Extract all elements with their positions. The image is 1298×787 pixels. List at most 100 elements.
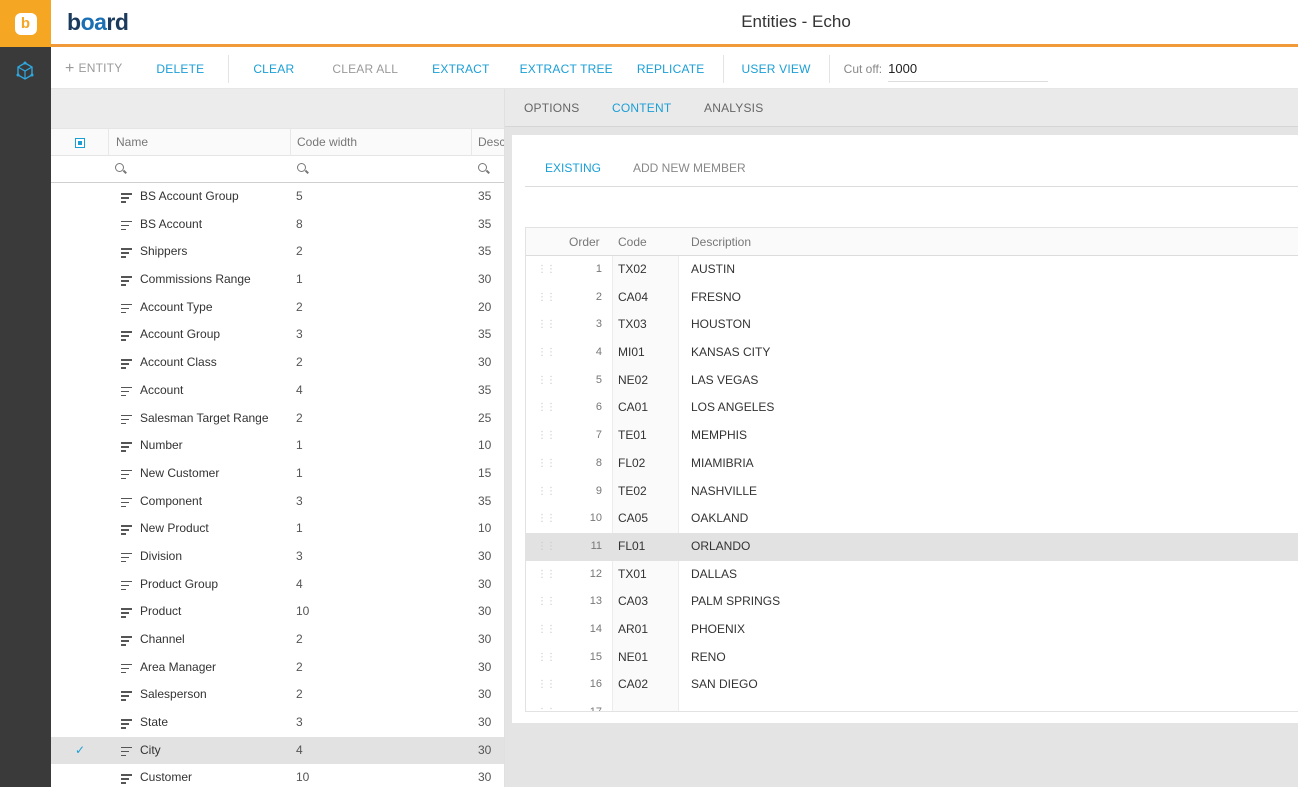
entity-row[interactable]: Salesperson 2 30	[51, 681, 504, 709]
member-code: TX01	[618, 566, 647, 581]
member-code: CA05	[618, 511, 649, 526]
drag-handle-icon[interactable]: ⋮⋮	[537, 284, 556, 312]
drag-handle-icon[interactable]: ⋮⋮	[537, 699, 556, 711]
member-row[interactable]: ⋮⋮ 8 FL02 MIAMIBRIA	[526, 450, 1298, 478]
drag-handle-icon[interactable]: ⋮⋮	[537, 256, 556, 284]
entity-row[interactable]: Number 1 10	[51, 432, 504, 460]
name-column-header[interactable]: Name	[109, 129, 291, 156]
clear-all-button[interactable]: CLEAR ALL	[320, 62, 410, 76]
drag-handle-icon[interactable]: ⋮⋮	[537, 561, 556, 589]
drag-handle-icon[interactable]: ⋮⋮	[537, 394, 556, 422]
entity-row[interactable]: BS Account Group 5 35	[51, 183, 504, 211]
member-row[interactable]: ⋮⋮ 12 TX01 DALLAS	[526, 561, 1298, 589]
entity-row[interactable]: Account Class 2 30	[51, 349, 504, 377]
entity-row[interactable]: Product 10 30	[51, 598, 504, 626]
entity-row[interactable]: Account 4 35	[51, 377, 504, 405]
entity-row[interactable]: Salesman Target Range 2 25	[51, 405, 504, 433]
drag-handle-icon[interactable]: ⋮⋮	[537, 671, 556, 699]
order-column-header[interactable]: Order	[569, 228, 600, 256]
member-order: 15	[589, 650, 602, 663]
drag-handle-icon[interactable]: ⋮⋮	[537, 450, 556, 478]
desc-width-column-header[interactable]: Desc	[472, 129, 504, 156]
entity-name: Channel	[140, 632, 185, 646]
member-row[interactable]: ⋮⋮ 7 TE01 MEMPHIS	[526, 422, 1298, 450]
member-row[interactable]: ⋮⋮ 10 CA05 OAKLAND	[526, 505, 1298, 533]
drag-handle-icon[interactable]: ⋮⋮	[537, 588, 556, 616]
clear-button[interactable]: CLEAR	[241, 62, 306, 76]
member-order: 8	[595, 456, 602, 469]
cutoff-input[interactable]	[888, 56, 1049, 82]
member-code: CA02	[618, 677, 649, 692]
desc-width-filter[interactable]	[472, 156, 487, 182]
member-row[interactable]: ⋮⋮ 1 TX02 AUSTIN	[526, 256, 1298, 284]
member-code: NE01	[618, 649, 649, 664]
delete-button[interactable]: DELETE	[144, 62, 216, 76]
member-row[interactable]: ⋮⋮ 5 NE02 LAS VEGAS	[526, 367, 1298, 395]
board-logo-icon[interactable]: b	[0, 0, 51, 47]
drag-handle-icon[interactable]: ⋮⋮	[537, 339, 556, 367]
entity-code-width: 3	[296, 548, 303, 563]
drag-handle-icon[interactable]: ⋮⋮	[537, 311, 556, 339]
entity-row[interactable]: Customer 10 30	[51, 764, 504, 787]
entity-icon	[121, 636, 132, 646]
member-row[interactable]: ⋮⋮ 9 TE02 NASHVILLE	[526, 478, 1298, 506]
entity-row[interactable]: Account Group 3 35	[51, 321, 504, 349]
entity-cube-icon[interactable]	[14, 60, 36, 82]
member-description: SAN DIEGO	[691, 677, 758, 692]
entity-row[interactable]: ✓ City 4 30	[51, 736, 504, 765]
subtab-add-new-member[interactable]: ADD NEW MEMBER	[633, 161, 746, 175]
drag-handle-icon[interactable]: ⋮⋮	[537, 422, 556, 450]
drag-handle-icon[interactable]: ⋮⋮	[537, 533, 556, 561]
entity-code-width: 10	[296, 604, 310, 619]
entity-row[interactable]: Channel 2 30	[51, 626, 504, 654]
code-column-header[interactable]: Code	[618, 228, 647, 256]
member-row[interactable]: ⋮⋮ 17	[526, 699, 1298, 711]
entity-row[interactable]: Component 3 35	[51, 488, 504, 516]
member-row[interactable]: ⋮⋮ 14 AR01 PHOENIX	[526, 616, 1298, 644]
entity-desc-width: 15	[478, 465, 492, 480]
drag-handle-icon[interactable]: ⋮⋮	[537, 644, 556, 672]
tab-analysis[interactable]: ANALYSIS	[704, 101, 763, 115]
entity-row[interactable]: Division 3 30	[51, 543, 504, 571]
entity-row[interactable]: Account Type 2 20	[51, 294, 504, 322]
code-width-filter[interactable]	[291, 156, 306, 182]
entity-row[interactable]: New Product 1 10	[51, 515, 504, 543]
entity-code-width: 2	[296, 410, 303, 425]
tab-options[interactable]: OPTIONS	[524, 101, 579, 115]
entity-row[interactable]: Area Manager 2 30	[51, 654, 504, 682]
code-width-column-header[interactable]: Code width	[291, 129, 472, 156]
drag-handle-icon[interactable]: ⋮⋮	[537, 478, 556, 506]
member-row[interactable]: ⋮⋮ 15 NE01 RENO	[526, 644, 1298, 672]
member-row[interactable]: ⋮⋮ 16 CA02 SAN DIEGO	[526, 671, 1298, 699]
extract-tree-button[interactable]: EXTRACT TREE	[508, 62, 625, 76]
select-all-checkbox[interactable]	[75, 138, 85, 148]
entity-row[interactable]: BS Account 8 35	[51, 211, 504, 239]
entity-row[interactable]: Commissions Range 1 30	[51, 266, 504, 294]
member-row[interactable]: ⋮⋮ 3 TX03 HOUSTON	[526, 311, 1298, 339]
entity-row[interactable]: New Customer 1 15	[51, 460, 504, 488]
entity-icon	[121, 331, 132, 341]
name-filter[interactable]	[109, 156, 124, 182]
entity-icon	[121, 774, 132, 784]
subtab-existing[interactable]: EXISTING	[545, 161, 601, 175]
member-row[interactable]: ⋮⋮ 2 CA04 FRESNO	[526, 284, 1298, 312]
entity-row[interactable]: State 3 30	[51, 709, 504, 737]
extract-button[interactable]: EXTRACT	[420, 62, 501, 76]
member-row[interactable]: ⋮⋮ 6 CA01 LOS ANGELES	[526, 394, 1298, 422]
drag-handle-icon[interactable]: ⋮⋮	[537, 616, 556, 644]
entity-row[interactable]: Shippers 2 35	[51, 238, 504, 266]
entity-row[interactable]: Product Group 4 30	[51, 571, 504, 599]
drag-handle-icon[interactable]: ⋮⋮	[537, 505, 556, 533]
checkmark-icon[interactable]: ✓	[75, 737, 85, 765]
tab-content[interactable]: CONTENT	[612, 101, 671, 115]
drag-handle-icon[interactable]: ⋮⋮	[537, 367, 556, 395]
member-row[interactable]: ⋮⋮ 13 CA03 PALM SPRINGS	[526, 588, 1298, 616]
member-row[interactable]: ⋮⋮ 4 MI01 KANSAS CITY	[526, 339, 1298, 367]
user-view-button[interactable]: USER VIEW	[730, 62, 823, 76]
entity-name: BS Account Group	[140, 189, 239, 203]
entity-desc-width: 30	[478, 659, 492, 674]
replicate-button[interactable]: REPLICATE	[625, 62, 717, 76]
member-row[interactable]: ⋮⋮ 11 FL01 ORLANDO	[526, 532, 1298, 561]
description-column-header[interactable]: Description	[691, 228, 751, 256]
add-entity-button[interactable]: + ENTITY	[51, 60, 134, 78]
